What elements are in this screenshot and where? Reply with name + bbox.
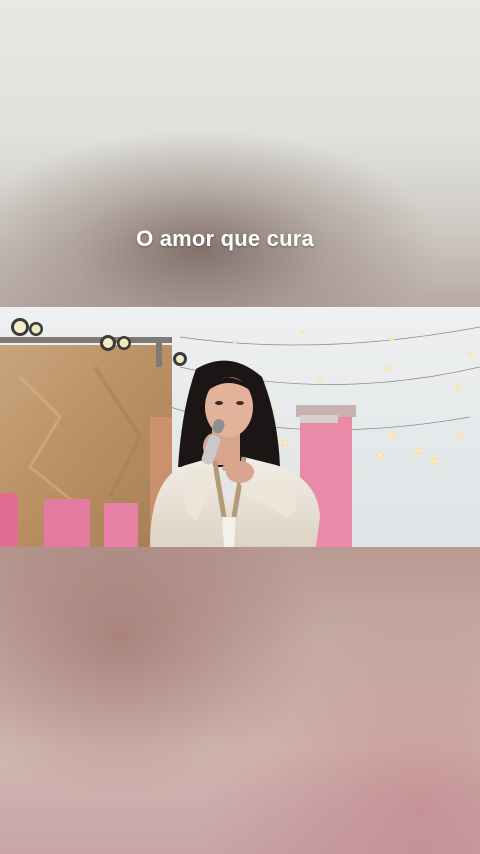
blurred-background-top (0, 0, 480, 307)
video-tap-area[interactable] (0, 307, 480, 547)
blurred-background-bottom (0, 547, 480, 854)
video-player-screen: O amor que cura (0, 0, 480, 854)
video-frame[interactable] (0, 307, 480, 547)
lyric-caption: O amor que cura (136, 226, 314, 251)
